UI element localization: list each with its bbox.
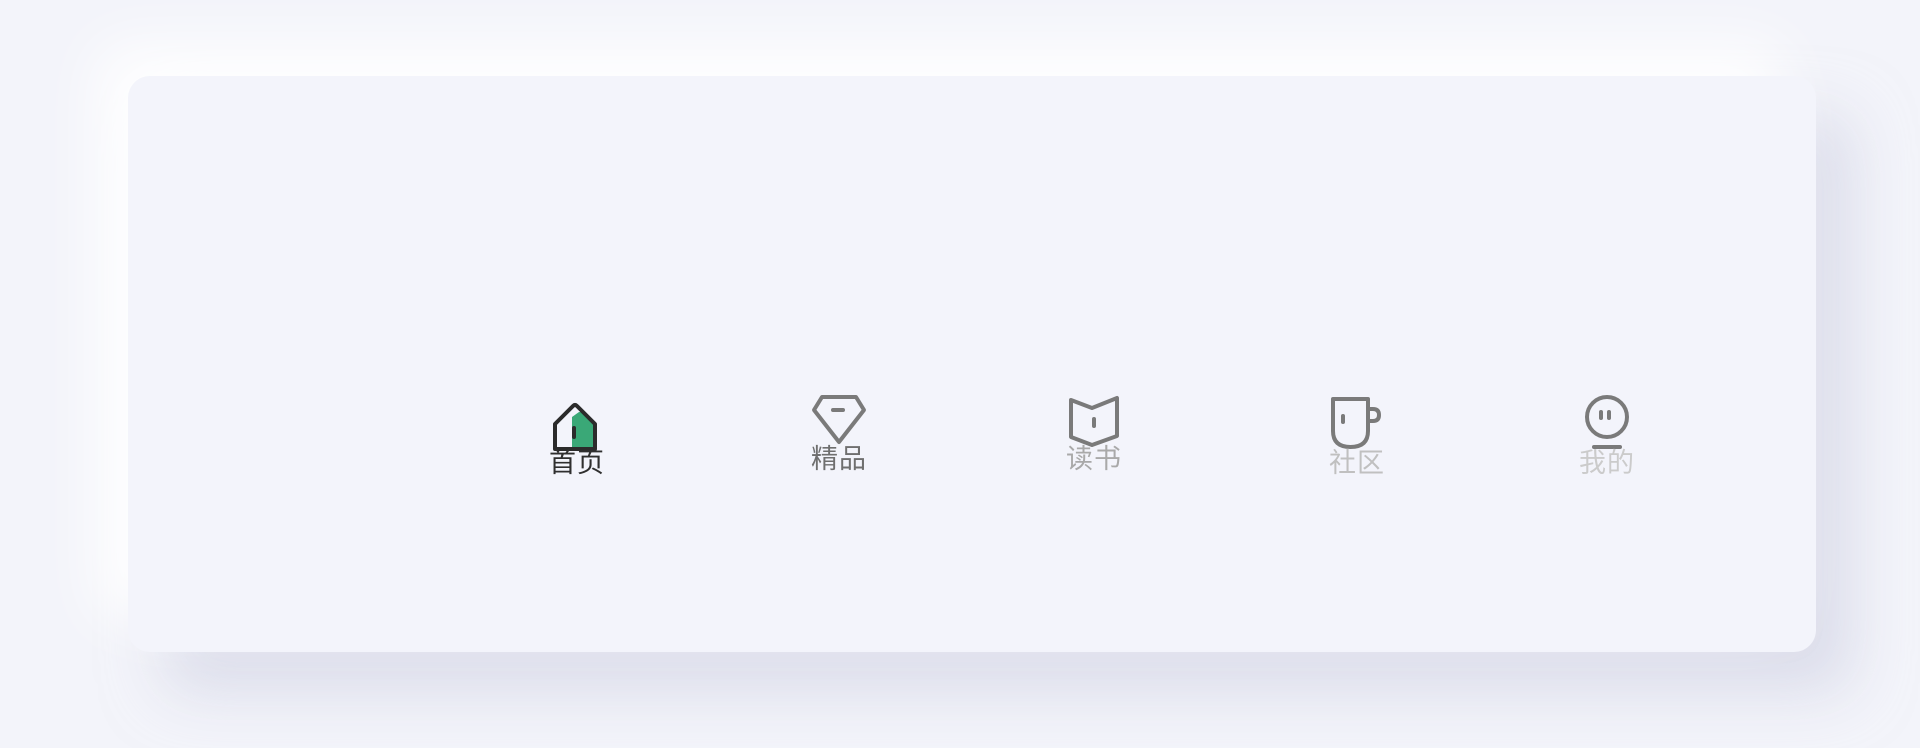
- tab-read-label: 读书: [1066, 444, 1122, 475]
- tab-read[interactable]: 读书: [1034, 394, 1154, 476]
- profile-face-icon: [1577, 394, 1637, 454]
- tab-mine-label: 我的: [1579, 448, 1635, 479]
- page-background: 首页 精品 读书 社区 我的: [0, 0, 1920, 748]
- tab-community-label: 社区: [1329, 448, 1385, 479]
- tab-home[interactable]: 首页: [517, 394, 637, 480]
- tab-featured[interactable]: 精品: [779, 394, 899, 476]
- tab-featured-label: 精品: [811, 444, 867, 475]
- tab-home-label: 首页: [549, 448, 605, 479]
- house-icon: [547, 394, 607, 454]
- bottom-nav: 首页 精品 读书 社区 我的: [128, 76, 1816, 652]
- tab-community[interactable]: 社区: [1297, 394, 1417, 480]
- tab-mine[interactable]: 我的: [1547, 394, 1667, 480]
- tab-bar-card: 首页 精品 读书 社区 我的: [128, 76, 1816, 652]
- mug-icon: [1327, 394, 1387, 454]
